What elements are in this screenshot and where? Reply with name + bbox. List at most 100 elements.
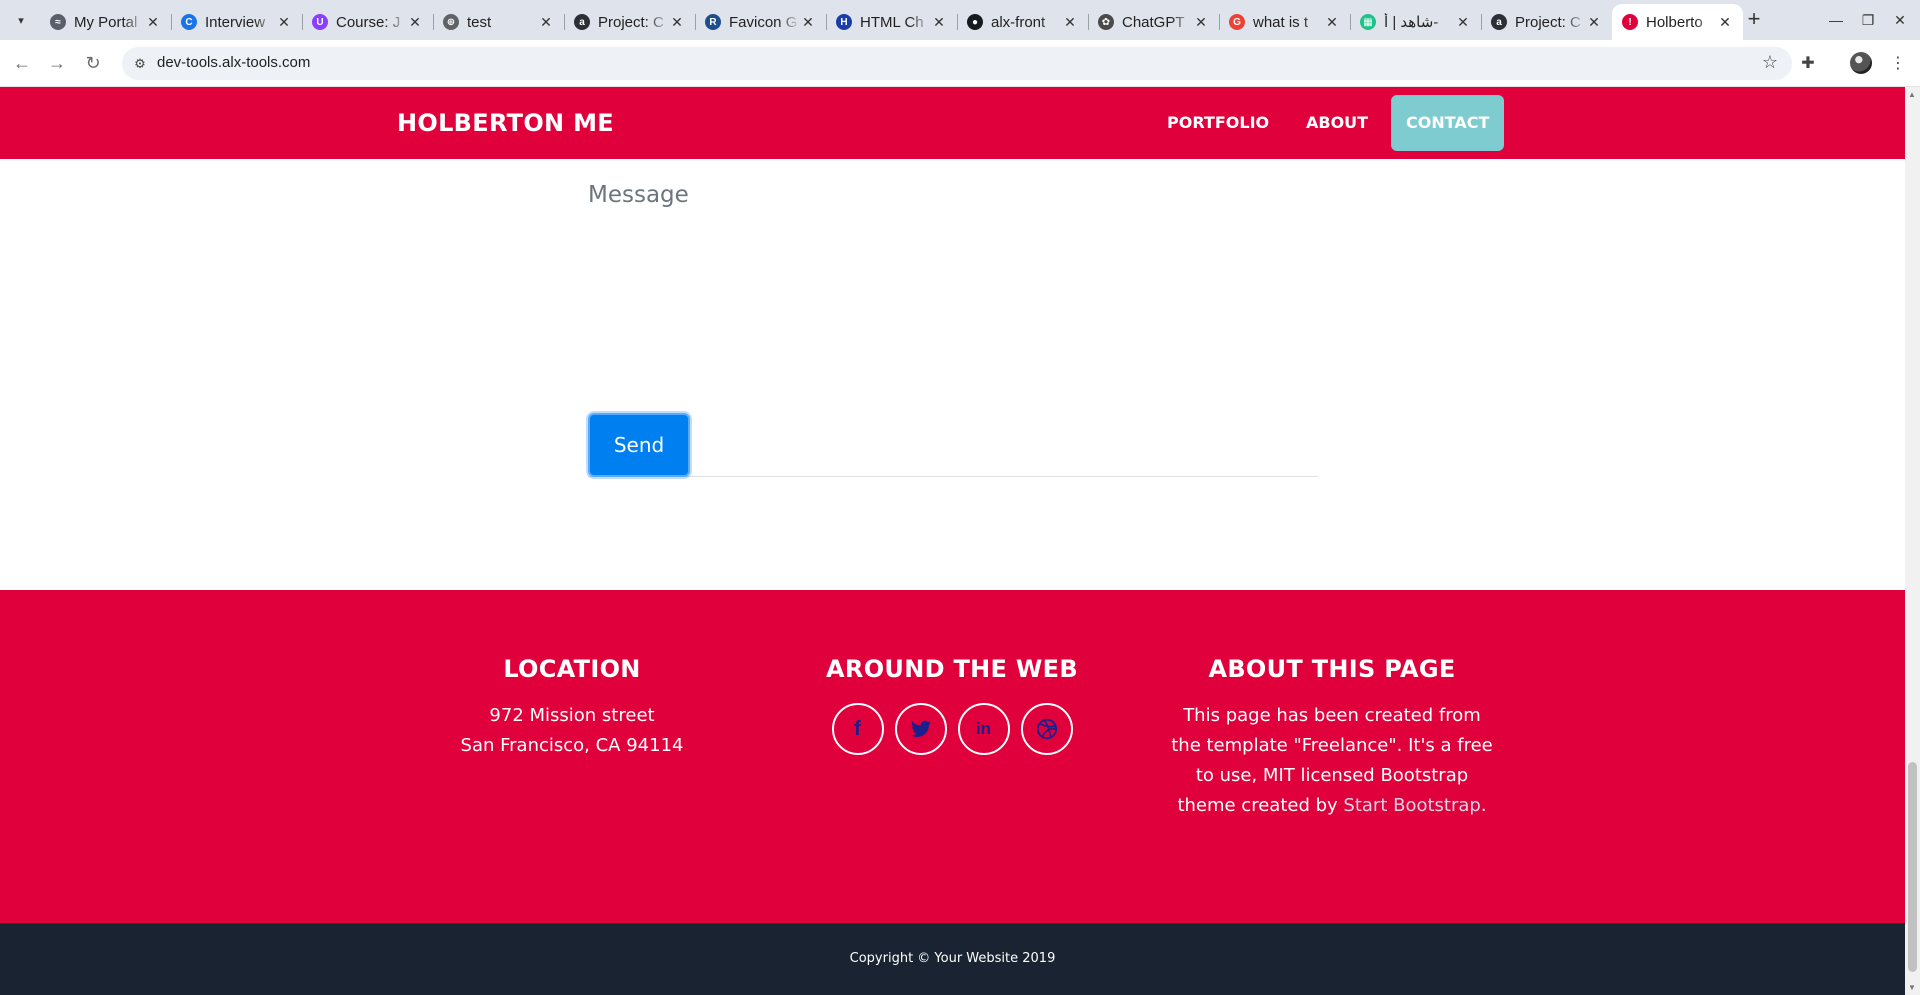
minimize-icon[interactable]: —: [1824, 8, 1848, 32]
profile-avatar[interactable]: [1850, 52, 1872, 74]
tab-close-icon[interactable]: ✕: [538, 14, 554, 30]
tab-favicon-icon: ≈: [50, 14, 66, 30]
tab-title: Course: J: [336, 13, 401, 31]
tab-title: My Portal: [74, 13, 138, 31]
tab-favicon-icon: ▦: [1360, 14, 1376, 30]
browser-tab[interactable]: ● alx-front ✕: [957, 4, 1088, 40]
tab-favicon-icon: ●: [967, 14, 983, 30]
nav-link-portfolio[interactable]: PORTFOLIO: [1167, 113, 1269, 132]
tab-favicon-icon: R: [705, 14, 721, 30]
tab-favicon-icon: !: [1622, 14, 1638, 30]
send-button[interactable]: Send: [588, 413, 690, 477]
tab-title: Project: C: [598, 13, 664, 31]
copyright-bar: Copyright © Your Website 2019: [0, 923, 1905, 995]
browser-tab[interactable]: ! Holberto ✕: [1612, 4, 1743, 40]
browser-tab[interactable]: R Favicon G ✕: [695, 4, 826, 40]
address-line-2: San Francisco, CA 94114: [460, 735, 684, 756]
tab-search-chevron-down-icon[interactable]: ▾: [10, 9, 32, 31]
tab-favicon-icon: ⊕: [443, 14, 459, 30]
restore-window-icon[interactable]: ❐: [1856, 8, 1880, 32]
tab-title: شاهد | أ-: [1384, 14, 1439, 31]
reload-icon[interactable]: ↻: [80, 50, 106, 76]
copyright-text: Copyright © Your Website 2019: [849, 951, 1056, 966]
brand-logo-text[interactable]: HOLBERTON ME: [397, 109, 614, 137]
message-textarea[interactable]: [588, 175, 1318, 477]
message-placeholder-label: Message: [588, 182, 689, 208]
tab-close-icon[interactable]: ✕: [1324, 14, 1340, 30]
page-scrollbar[interactable]: ▲ ▼: [1905, 87, 1920, 995]
location-address: 972 Mission street San Francisco, CA 941…: [362, 701, 782, 761]
footer-about: ABOUT THIS PAGE This page has been creat…: [1122, 655, 1542, 821]
dribbble-ball-icon: [1036, 718, 1057, 740]
tab-favicon-icon: C: [181, 14, 197, 30]
browser-tab[interactable]: a Project: C ✕: [1481, 4, 1612, 40]
tab-close-icon[interactable]: ✕: [800, 14, 816, 30]
tab-close-icon[interactable]: ✕: [931, 14, 947, 30]
tab-close-icon[interactable]: ✕: [1455, 14, 1471, 30]
back-arrow-left-icon[interactable]: ←: [9, 50, 35, 76]
site-navbar: HOLBERTON ME PORTFOLIO ABOUT CONTACT: [0, 87, 1905, 159]
address-bar[interactable]: ⚙ dev-tools.alx-tools.com ☆: [122, 47, 1792, 80]
tab-close-icon[interactable]: ✕: [669, 14, 685, 30]
browser-toolbar: ← → ↻ ⚙ dev-tools.alx-tools.com ☆ ✚ ⋮: [0, 40, 1920, 87]
location-heading: LOCATION: [503, 655, 641, 683]
browser-tab[interactable]: Gwhat is t ✕: [1219, 4, 1350, 40]
tab-title: alx-front: [991, 13, 1046, 31]
tab-title: Interview: [205, 13, 266, 31]
site-info-tune-icon[interactable]: ⚙: [130, 54, 150, 74]
about-text-end: .: [1480, 795, 1487, 816]
nav-link-about[interactable]: ABOUT: [1306, 113, 1368, 132]
tab-close-icon[interactable]: ✕: [145, 14, 161, 30]
scroll-down-icon[interactable]: ▼: [1908, 983, 1916, 992]
tab-favicon-icon: ✿: [1098, 14, 1114, 30]
forward-arrow-right-icon[interactable]: →: [44, 50, 70, 76]
footer-location: LOCATION 972 Mission street San Francisc…: [362, 655, 782, 761]
tab-close-icon[interactable]: ✕: [1586, 14, 1602, 30]
address-line-1: 972 Mission street: [489, 705, 655, 726]
tab-favicon-icon: H: [836, 14, 852, 30]
tab-favicon-icon: a: [1491, 14, 1507, 30]
about-heading: ABOUT THIS PAGE: [1208, 655, 1456, 683]
start-bootstrap-link[interactable]: Start Bootstrap: [1343, 795, 1480, 816]
bookmark-star-icon[interactable]: ☆: [1762, 52, 1778, 73]
tab-close-icon[interactable]: ✕: [1062, 14, 1078, 30]
tab-close-icon[interactable]: ✕: [1717, 14, 1733, 30]
around-the-web-heading: AROUND THE WEB: [826, 655, 1078, 683]
tab-title: Holberto: [1646, 13, 1703, 31]
tab-title: test: [467, 13, 492, 31]
browser-tab[interactable]: ≈ My Portal ✕: [40, 4, 171, 40]
twitter-icon[interactable]: [894, 703, 947, 755]
facebook-icon[interactable]: f: [831, 703, 884, 755]
browser-tab-strip: ▾ ≈ My Portal ✕ C Interview ✕ U Course: J ✕ ⊕ test…: [0, 0, 1920, 40]
tab-close-icon[interactable]: ✕: [276, 14, 292, 30]
tab-title: HTML Ch: [860, 13, 924, 31]
new-tab-plus-icon[interactable]: +: [1742, 8, 1766, 32]
scrollbar-thumb[interactable]: [1908, 762, 1917, 972]
tab-title: Favicon G: [729, 13, 798, 31]
nav-link-contact[interactable]: CONTACT: [1391, 95, 1505, 151]
browser-tab[interactable]: H HTML Ch ✕: [826, 4, 957, 40]
extensions-puzzle-icon[interactable]: ✚: [1795, 50, 1821, 76]
dribbble-icon[interactable]: [1020, 703, 1073, 755]
browser-tab[interactable]: U Course: J ✕: [302, 4, 433, 40]
page-viewport: HOLBERTON ME PORTFOLIO ABOUT CONTACT Mes…: [0, 87, 1905, 995]
scroll-up-icon[interactable]: ▲: [1908, 90, 1916, 99]
tab-close-icon[interactable]: ✕: [1193, 14, 1209, 30]
close-window-icon[interactable]: ✕: [1888, 8, 1912, 32]
browser-tab[interactable]: a Project: C ✕: [564, 4, 695, 40]
browser-tab[interactable]: ⊕ test ✕: [433, 4, 564, 40]
url-text[interactable]: dev-tools.alx-tools.com: [157, 54, 310, 71]
footer-around-the-web: AROUND THE WEB f in: [742, 655, 1162, 755]
tab-close-icon[interactable]: ✕: [407, 14, 423, 30]
linkedin-icon[interactable]: in: [957, 703, 1010, 755]
site-footer: LOCATION 972 Mission street San Francisc…: [0, 590, 1905, 923]
browser-tab[interactable]: ✿ ChatGPT ✕: [1088, 4, 1219, 40]
tab-title: Project: C: [1515, 13, 1581, 31]
twitter-bird-icon: [910, 720, 931, 737]
tab-title: what is t: [1253, 13, 1309, 31]
kebab-menu-icon[interactable]: ⋮: [1885, 50, 1911, 76]
browser-tab[interactable]: ▦ شاهد | أ- ✕: [1350, 4, 1481, 40]
browser-tab[interactable]: C Interview ✕: [171, 4, 302, 40]
tab-favicon-icon: U: [312, 14, 328, 30]
browser-tabs: ≈ My Portal ✕ C Interview ✕ U Course: J ✕ ⊕ test ✕ a…: [40, 4, 1743, 40]
